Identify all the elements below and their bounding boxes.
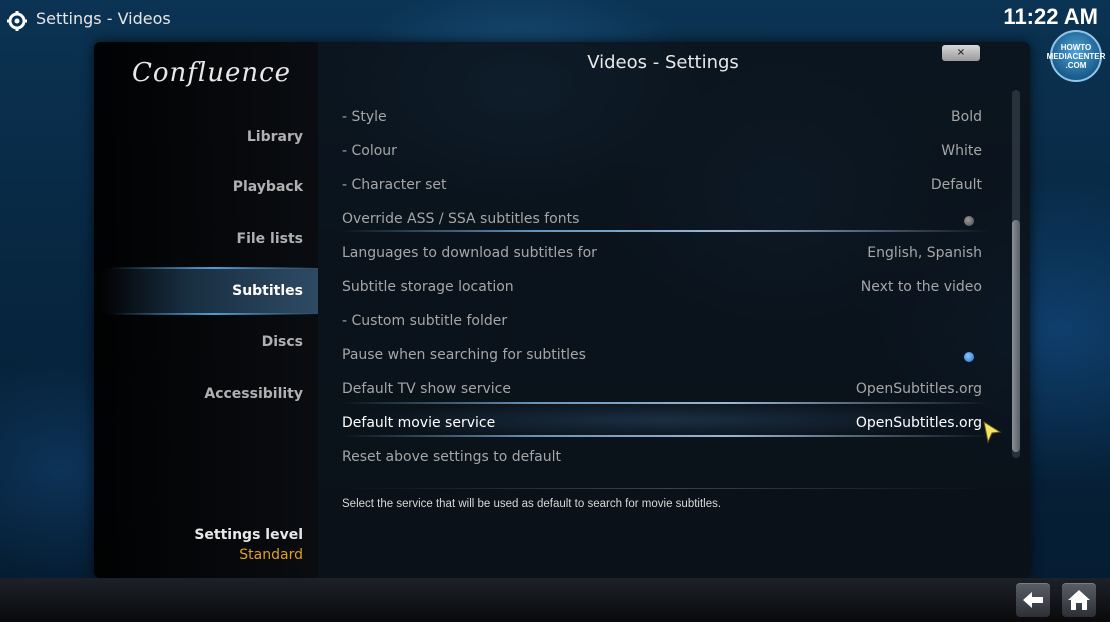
sidebar-item-accessibility[interactable]: Accessibility <box>204 386 303 402</box>
dialog-title: Videos - Settings <box>587 52 739 73</box>
setting-row-tv-service[interactable]: Default TV show service OpenSubtitles.or… <box>342 375 982 405</box>
bottom-bar <box>0 578 1110 622</box>
setting-label: - Colour <box>342 143 397 159</box>
setting-label: Default movie service <box>342 415 496 431</box>
watermark-logo: HOWTO MEDIACENTER .COM <box>1047 30 1105 82</box>
gear-icon <box>7 11 27 31</box>
focused-row-top-line <box>340 402 990 404</box>
home-icon <box>1068 590 1090 610</box>
setting-row-style[interactable]: - Style Bold <box>342 103 982 133</box>
settings-level-value[interactable]: Standard <box>239 547 303 563</box>
setting-label: Subtitle storage location <box>342 279 514 295</box>
setting-row-pause-searching[interactable]: Pause when searching for subtitles <box>342 341 982 371</box>
setting-row-languages[interactable]: Languages to download subtitles for Engl… <box>342 239 982 269</box>
setting-label: - Style <box>342 109 387 125</box>
setting-value: Default <box>930 177 982 193</box>
breadcrumb: Settings - Videos <box>36 9 171 28</box>
top-bar: Settings - Videos 11:22 AM <box>0 0 1110 40</box>
setting-row-storage-location[interactable]: Subtitle storage location Next to the vi… <box>342 273 982 303</box>
watermark-line-1: HOWTO <box>1060 42 1092 52</box>
sidebar-item-playback[interactable]: Playback <box>233 179 303 195</box>
mouse-pointer-icon <box>983 420 1002 444</box>
setting-value: English, Spanish <box>867 245 982 261</box>
setting-description: Select the service that will be used as … <box>342 498 722 510</box>
description-divider <box>340 488 990 489</box>
setting-value: White <box>941 143 982 159</box>
setting-row-colour[interactable]: - Colour White <box>342 137 982 167</box>
setting-label: Default TV show service <box>342 381 511 397</box>
breadcrumb-section: Settings <box>36 9 102 28</box>
setting-label: Override ASS / SSA subtitles fonts <box>342 211 580 227</box>
setting-label: Reset above settings to default <box>342 449 561 465</box>
sidebar-item-library[interactable]: Library <box>247 129 303 145</box>
setting-label: - Character set <box>342 177 447 193</box>
brand-logo: Confluence <box>132 58 292 88</box>
setting-label: Languages to download subtitles for <box>342 245 597 261</box>
sidebar-item-discs[interactable]: Discs <box>262 334 303 350</box>
setting-row-reset[interactable]: Reset above settings to default <box>342 443 982 473</box>
settings-level-label: Settings level <box>194 527 303 543</box>
toggle-off-icon[interactable] <box>964 216 974 226</box>
setting-value: OpenSubtitles.org <box>855 381 982 397</box>
scrollbar-thumb[interactable] <box>1012 220 1020 452</box>
close-button[interactable]: × <box>942 45 980 61</box>
toggle-on-icon[interactable] <box>964 352 974 362</box>
sidebar-selection-bottom-line <box>110 313 318 315</box>
setting-label: - Custom subtitle folder <box>342 313 508 329</box>
setting-row-custom-folder[interactable]: - Custom subtitle folder <box>342 307 982 337</box>
setting-row-character-set[interactable]: - Character set Default <box>342 171 982 201</box>
sidebar-selection-top-line <box>110 267 318 269</box>
watermark-line-3: .COM <box>1065 60 1087 70</box>
sidebar-item-subtitles[interactable]: Subtitles <box>232 283 303 299</box>
breadcrumb-separator: - <box>101 9 118 28</box>
sidebar-item-file-lists[interactable]: File lists <box>237 231 304 247</box>
home-button[interactable] <box>1062 583 1096 617</box>
row-divider <box>340 230 990 232</box>
breadcrumb-page: Videos <box>117 9 171 28</box>
focused-row-bottom-line <box>340 435 990 437</box>
setting-value: Next to the video <box>860 279 982 295</box>
setting-value: OpenSubtitles.org <box>855 415 982 431</box>
setting-value: Bold <box>951 109 982 125</box>
watermark-line-2: MEDIACENTER <box>1046 51 1106 61</box>
clock: 11:22 AM <box>1003 4 1098 29</box>
back-button[interactable] <box>1016 583 1050 617</box>
setting-label: Pause when searching for subtitles <box>342 347 586 363</box>
back-arrow-icon <box>1023 592 1043 608</box>
